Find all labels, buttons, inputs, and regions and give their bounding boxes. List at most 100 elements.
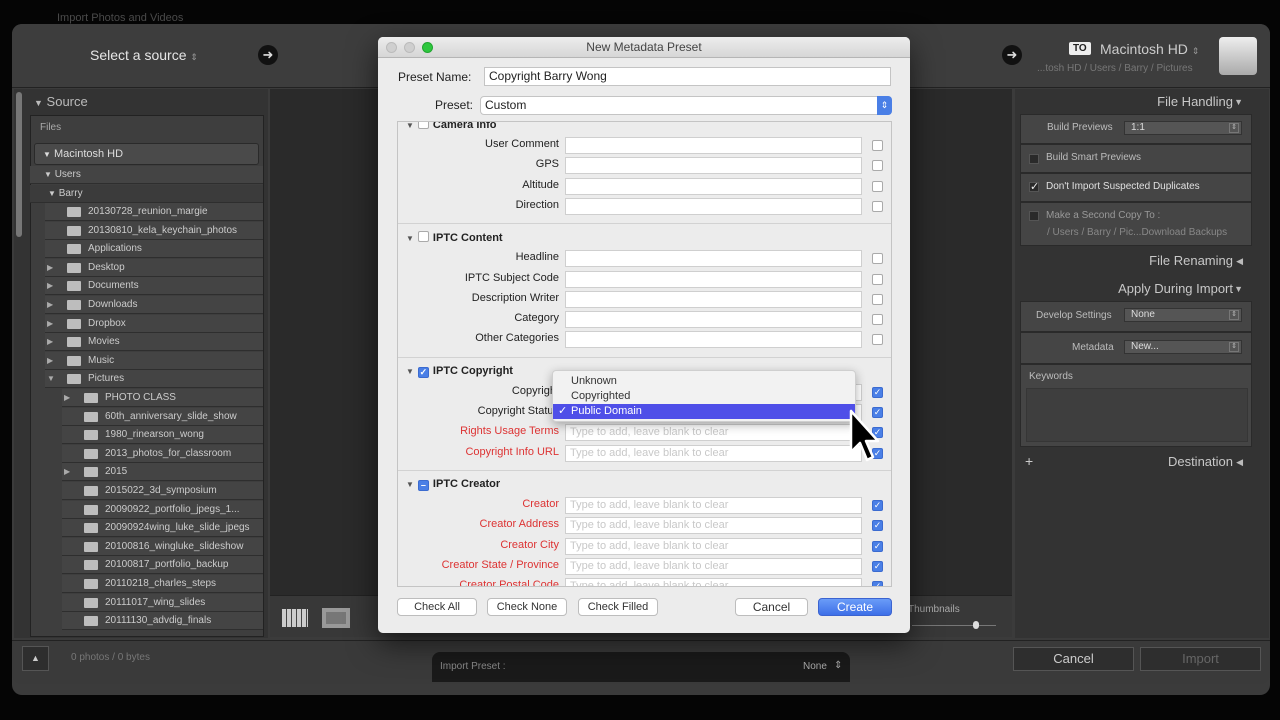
tree-item-folder[interactable]: 20130810_kela_keychain_photos [45, 221, 263, 240]
tree-item-folder[interactable]: ▶ Music [45, 351, 263, 370]
tree-item-folder[interactable]: 20090924wing_luke_slide_jpegs [62, 519, 263, 538]
field-checkbox[interactable] [872, 293, 883, 305]
field-input[interactable]: Type to add, leave blank to clear [565, 444, 862, 462]
field-checkbox[interactable] [872, 180, 883, 192]
tree-item-folder[interactable]: ▶ Dropbox [45, 314, 263, 333]
field-input[interactable] [565, 197, 862, 215]
minimize-window-icon[interactable] [404, 42, 415, 53]
section-checkbox[interactable]: – [417, 479, 429, 491]
field-checkbox[interactable]: ✓ [872, 386, 883, 398]
tree-item-folder[interactable]: ▶ Downloads [45, 296, 263, 314]
second-copy-checkbox[interactable] [1029, 211, 1039, 221]
import-button[interactable]: Import [1140, 647, 1261, 671]
dont-import-duplicates-checkbox[interactable]: ✓ [1029, 182, 1039, 193]
check-all-button[interactable]: Check All [397, 598, 477, 616]
destination-volume-dropdown[interactable]: Macintosh HD ⇕ [1100, 41, 1199, 57]
slider-thumb[interactable] [973, 621, 979, 629]
tree-item-folder[interactable]: ▶ Documents [45, 277, 263, 296]
triangle-right-icon[interactable]: ▶ [47, 277, 53, 295]
field-checkbox[interactable] [872, 253, 883, 265]
field-input[interactable]: Type to add, leave blank to clear [565, 517, 862, 535]
tree-item-folder[interactable]: 2013_photos_for_classroom [62, 444, 263, 463]
apply-during-import-header[interactable]: Apply During Import [1118, 281, 1233, 296]
field-input[interactable]: Type to add, leave blank to clear [565, 557, 862, 575]
tree-item-folder[interactable]: 60th_anniversary_slide_show [62, 407, 263, 426]
section-checkbox[interactable] [417, 122, 429, 129]
preset-name-input[interactable]: Copyright Barry Wong [484, 67, 891, 86]
tree-item-folder[interactable]: ▶ 2015 [62, 463, 263, 482]
tree-item-barry[interactable]: ▼ Barry [30, 185, 263, 203]
field-checkbox[interactable]: ✓ [872, 540, 883, 552]
triangle-right-icon[interactable]: ▶ [47, 352, 53, 370]
triangle-right-icon[interactable]: ▶ [47, 259, 53, 277]
tree-item-folder[interactable]: 20111017_wing_slides [62, 593, 263, 612]
destination-header[interactable]: Destination [1168, 454, 1233, 469]
tree-item-folder[interactable]: 20090922_portfolio_jpegs_1... [62, 500, 263, 519]
tree-item-folder[interactable]: ▼ Pictures [45, 370, 263, 389]
thumbnail-size-slider[interactable] [912, 625, 996, 626]
section-header[interactable]: ▼ ✓ IPTC Copyright [406, 365, 513, 378]
field-input[interactable]: Type to add, leave blank to clear [565, 496, 862, 514]
metadata-fields-scroll-area[interactable]: ▼ Camera Info User Comment GPS Altitude Direc… [397, 121, 892, 587]
field-checkbox[interactable] [872, 314, 883, 326]
tree-item-folder[interactable]: 20111130_advdig_finals [62, 612, 263, 631]
section-header[interactable]: ▼ Camera Info [406, 122, 497, 131]
tree-item-folder[interactable]: 20100817_portfolio_backup [62, 556, 263, 575]
scrollbar[interactable] [16, 92, 22, 237]
triangle-right-icon[interactable]: ▶ [64, 463, 70, 481]
section-checkbox[interactable] [417, 231, 429, 243]
collapse-up-icon[interactable]: ▲ [22, 646, 49, 671]
build-previews-select[interactable]: 1:1 ⇕ [1124, 121, 1242, 135]
field-input[interactable] [565, 290, 862, 308]
field-input[interactable]: Type to add, leave blank to clear [565, 537, 862, 555]
field-input[interactable] [565, 137, 862, 154]
field-checkbox[interactable] [872, 273, 883, 285]
section-header[interactable]: ▼ – IPTC Creator [406, 478, 500, 491]
field-input[interactable] [565, 177, 862, 195]
triangle-down-icon[interactable]: ▼ [406, 367, 414, 376]
field-checkbox[interactable]: ✓ [872, 581, 883, 586]
tree-item-folder[interactable]: ▶ PHOTO CLASS [62, 389, 263, 407]
tree-item-folder[interactable]: 20130728_reunion_margie [45, 203, 263, 221]
section-checkbox[interactable]: ✓ [417, 366, 429, 378]
field-input[interactable]: Type to add, leave blank to clear [565, 424, 862, 442]
field-checkbox[interactable] [872, 140, 883, 151]
create-button[interactable]: Create [818, 598, 892, 616]
triangle-right-icon[interactable]: ▶ [47, 296, 53, 314]
zoom-window-icon[interactable] [422, 42, 433, 53]
triangle-down-icon[interactable]: ▼ [406, 234, 414, 243]
metadata-select[interactable]: New... ⇕ [1124, 340, 1242, 354]
triangle-right-icon[interactable]: ▶ [47, 315, 53, 333]
tree-item-folder[interactable]: ▶ Movies [45, 333, 263, 352]
file-handling-header[interactable]: File Handling [1157, 94, 1233, 109]
close-window-icon[interactable] [386, 42, 397, 53]
import-preset-bar[interactable]: Import Preset : None ⇕ [432, 652, 850, 682]
keywords-input[interactable] [1026, 388, 1248, 442]
source-panel-header[interactable]: ▼ Source [34, 94, 88, 109]
arrow-right-icon[interactable]: ➜ [258, 45, 278, 65]
tree-item-folder[interactable]: Applications [45, 240, 263, 259]
select-source-dropdown[interactable]: Select a source ⇕ [90, 47, 198, 63]
field-input[interactable] [565, 311, 862, 329]
check-none-button[interactable]: Check None [487, 598, 567, 616]
field-checkbox[interactable]: ✓ [872, 499, 883, 511]
tree-item-users[interactable]: ▼ Users [30, 166, 263, 184]
cancel-button[interactable]: Cancel [735, 598, 808, 616]
cancel-import-button[interactable]: Cancel [1013, 647, 1134, 671]
section-header[interactable]: ▼ IPTC Content [406, 231, 503, 244]
preset-select[interactable]: Custom ⇕ [480, 96, 892, 115]
volume-macintosh-hd[interactable]: ▼ Macintosh HD [34, 143, 259, 165]
field-input[interactable]: Type to add, leave blank to clear [565, 578, 862, 586]
loupe-view-icon[interactable] [322, 608, 350, 628]
file-renaming-header[interactable]: File Renaming [1149, 253, 1233, 268]
field-input[interactable] [565, 331, 862, 349]
field-checkbox[interactable] [872, 160, 883, 172]
triangle-down-icon[interactable]: ▼ [406, 122, 414, 130]
field-checkbox[interactable]: ✓ [872, 520, 883, 532]
arrow-right-icon[interactable]: ➜ [1002, 45, 1022, 65]
build-smart-previews-checkbox[interactable] [1029, 154, 1039, 164]
triangle-right-icon[interactable]: ▶ [64, 389, 70, 407]
tree-item-folder[interactable]: 1980_rinearson_wong [62, 426, 263, 445]
tree-item-folder[interactable]: ▶ Desktop [45, 258, 263, 277]
field-input[interactable] [565, 270, 862, 288]
